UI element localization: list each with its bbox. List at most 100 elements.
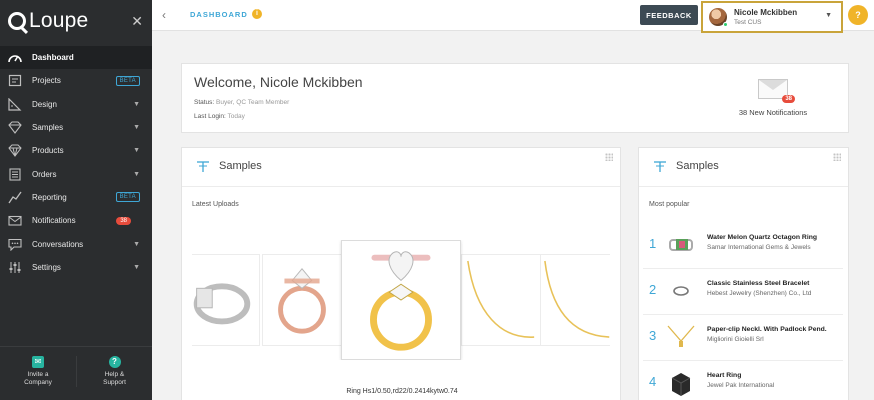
list-item[interactable]: 1 Water Melon Quartz Octagon Ring Samar …: [643, 223, 843, 269]
reporting-icon: [7, 191, 22, 204]
gold-chain-image: [544, 260, 610, 338]
sidebar-item-label: Settings: [32, 262, 61, 272]
drag-handle-icon[interactable]: [605, 153, 613, 161]
vendor-name: Samar International Gems & Jewels: [707, 244, 811, 251]
product-name: Water Melon Quartz Octagon Ring: [707, 234, 818, 241]
sidebar-item-samples[interactable]: Samples ▼: [0, 116, 152, 139]
chevron-down-icon: ▼: [133, 100, 140, 108]
invite-label-line2: Company: [24, 379, 52, 386]
product-name: Heart Ring: [707, 372, 742, 379]
help-label-line2: Support: [103, 379, 126, 386]
sample-slide[interactable]: [192, 254, 260, 346]
sliders-icon: [7, 261, 22, 274]
help-circle-icon: ?: [108, 356, 121, 368]
sample-slide[interactable]: [540, 254, 610, 346]
envelope-icon: 38: [758, 79, 795, 103]
sidebar: Loupe ✕ Dashboard Projects BETA Design ▼: [0, 0, 152, 400]
conversations-icon: [7, 238, 22, 251]
list-item[interactable]: 3 Paper-clip Neckl. With Padlock Pend. M…: [643, 315, 843, 361]
sidebar-item-projects[interactable]: Projects BETA: [0, 69, 152, 92]
card-title: Samples: [219, 160, 262, 172]
samples-icon: [7, 121, 22, 134]
top-bar: ‹ DASHBOARD i FEEDBACK Nicole Mckibben T…: [152, 0, 874, 33]
sidebar-item-reporting[interactable]: Reporting BETA: [0, 186, 152, 209]
loupe-logo-icon: [8, 12, 26, 30]
last-login-label: Last Login:: [194, 113, 226, 120]
silver-ring-image: [193, 283, 251, 325]
feedback-button[interactable]: FEEDBACK: [640, 5, 698, 25]
rose-gold-ring-image: [278, 268, 326, 334]
vendor-name: Hebest Jewelry (Shenzhen) Co., Ltd: [707, 290, 812, 297]
welcome-title: Welcome, Nicole Mckibben: [194, 74, 363, 90]
invite-mail-icon: ✉: [32, 356, 44, 368]
products-icon: [7, 144, 22, 158]
info-icon[interactable]: i: [252, 9, 262, 19]
invite-company-button[interactable]: ✉ Invite a Company: [0, 356, 76, 387]
sidebar-item-label: Reporting: [32, 192, 67, 202]
sample-slide[interactable]: [461, 254, 541, 346]
close-sidebar-icon[interactable]: ✕: [131, 13, 143, 30]
user-menu[interactable]: Nicole Mckibben Test CUS ▼: [701, 1, 843, 33]
online-status-icon: [723, 22, 728, 27]
sidebar-item-orders[interactable]: Orders ▼: [0, 162, 152, 185]
chevron-left-icon[interactable]: ‹: [162, 8, 166, 22]
loupe-logo[interactable]: Loupe: [8, 9, 88, 33]
sidebar-bottom-actions: ✉ Invite a Company ? Help & Support: [0, 356, 152, 387]
samples-icon: [654, 161, 666, 172]
gold-chain-image: [467, 260, 535, 338]
orders-icon: [7, 168, 22, 181]
vendor-name: Migliorini Gioielli Srl: [707, 336, 764, 343]
dashboard-icon: [7, 51, 22, 64]
notifications-text: 38 New Notifications: [738, 108, 808, 117]
gold-heart-ring-image: [370, 251, 432, 351]
samples-icon: [197, 161, 209, 172]
chevron-down-icon: ▼: [133, 170, 140, 178]
help-support-button[interactable]: ? Help & Support: [76, 356, 152, 387]
rank-number: 3: [649, 328, 657, 343]
breadcrumb: DASHBOARD: [190, 10, 248, 19]
sidebar-item-conversations[interactable]: Conversations ▼: [0, 232, 152, 255]
design-icon: [7, 97, 22, 111]
most-popular-label: Most popular: [649, 201, 690, 208]
notifications-summary[interactable]: 38 38 New Notifications: [728, 79, 818, 117]
rank-number: 2: [649, 282, 657, 297]
rank-number: 1: [649, 236, 657, 251]
sidebar-item-dashboard[interactable]: Dashboard: [0, 46, 152, 70]
beta-badge: BETA: [115, 75, 140, 86]
samples-popular-card: Samples Most popular 1 Water Melon Quart…: [638, 147, 849, 400]
last-login-line: Last Login: Today: [194, 113, 245, 120]
sample-slide[interactable]: [262, 254, 342, 346]
chevron-down-icon: ▼: [133, 263, 140, 271]
bracelet-thumbnail: [667, 277, 695, 305]
sidebar-item-design[interactable]: Design ▼: [0, 93, 152, 116]
help-button[interactable]: ?: [848, 5, 868, 25]
sidebar-item-label: Products: [32, 146, 64, 156]
user-name: Nicole Mckibben: [734, 8, 798, 17]
sidebar-item-label: Dashboard: [32, 53, 74, 63]
chevron-down-icon: ▼: [133, 147, 140, 155]
list-item[interactable]: 2 Classic Stainless Steel Bracelet Hebes…: [643, 269, 843, 315]
ring-box-thumbnail: [667, 369, 695, 397]
last-login-value: Today: [227, 113, 245, 120]
vendor-name: Jewel Pak International: [707, 382, 775, 389]
card-title: Samples: [676, 160, 719, 172]
chevron-down-icon: ▼: [133, 124, 140, 132]
drag-handle-icon[interactable]: [833, 153, 841, 161]
notification-count-badge: 38: [116, 216, 131, 225]
octagon-ring-thumbnail: [667, 231, 695, 259]
chevron-down-icon: ▼: [133, 240, 140, 248]
welcome-card: Welcome, Nicole Mckibben Status: Buyer, …: [181, 63, 849, 133]
sidebar-item-label: Projects: [32, 76, 61, 86]
sample-carousel[interactable]: [192, 240, 610, 360]
sidebar-divider: [0, 346, 152, 347]
sample-slide-selected[interactable]: [341, 240, 461, 360]
product-name: Classic Stainless Steel Bracelet: [707, 280, 810, 287]
latest-uploads-label: Latest Uploads: [192, 201, 239, 208]
sidebar-item-products[interactable]: Products ▼: [0, 139, 152, 162]
sidebar-nav: Dashboard Projects BETA Design ▼ Samples…: [0, 46, 152, 279]
list-item[interactable]: 4 Heart Ring Jewel Pak International: [643, 361, 843, 400]
invite-label-line1: Invite a: [27, 371, 49, 378]
envelope-icon: [7, 214, 22, 227]
sidebar-item-notifications[interactable]: Notifications 38: [0, 209, 152, 232]
sidebar-item-settings[interactable]: Settings ▼: [0, 256, 152, 279]
